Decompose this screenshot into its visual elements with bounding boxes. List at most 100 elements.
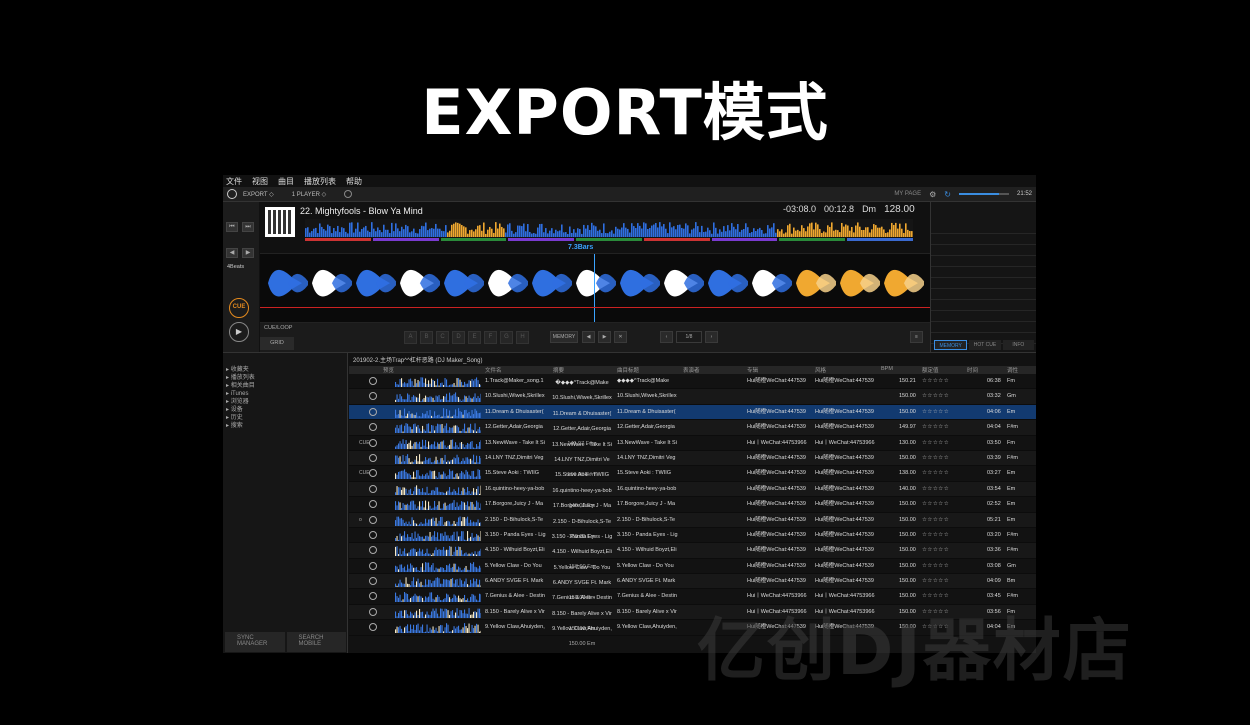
tab-info[interactable]: INFO [1002, 340, 1034, 350]
beat-forward-button[interactable]: ▶ [242, 248, 254, 258]
tree-item-search[interactable]: ▸ 搜索 [226, 422, 347, 430]
tree-item-collection[interactable]: ▸ 收藏夹 [226, 366, 347, 374]
play-button[interactable]: ▶ [229, 322, 249, 342]
preview-waveform[interactable] [395, 546, 481, 557]
table-row[interactable]: o 2.150 - D-Bihulock,S-Te 2.150 - D-Bihulo… [349, 512, 1036, 540]
tab-memory[interactable]: MEMORY [934, 340, 968, 350]
table-row[interactable]: CUE 15.Steve Aoki : TWIIG 15.Steve Aoki : … [349, 466, 1036, 493]
beat-jump-size[interactable]: 1/8 [676, 331, 702, 343]
col-time[interactable]: 时间 [967, 366, 978, 374]
tree-item-history[interactable]: ▸ 历史 [226, 414, 347, 422]
rating-stars[interactable]: ☆☆☆☆☆ [922, 497, 949, 512]
hot-cue-c[interactable]: C [436, 331, 449, 344]
hot-cue-h[interactable]: H [516, 331, 529, 344]
preview-waveform[interactable] [395, 407, 481, 418]
table-row[interactable]: 1.Track@Maker_song.1�◆◆◆^Track@Make150.2… [349, 374, 1036, 401]
table-row[interactable]: 10.Slushi,Wiwek,Skrillex 10.Slushi,Wiwek,… [349, 389, 1036, 416]
table-row[interactable]: 16.quintino-heey-ya-bob 16.quintino-heey-… [349, 481, 1036, 509]
preview-waveform[interactable] [395, 592, 481, 603]
rating-stars[interactable]: ☆☆☆☆☆ [922, 466, 949, 481]
rating-stars[interactable]: ☆☆☆☆☆ [922, 374, 949, 389]
hot-cue-d[interactable]: D [452, 331, 465, 344]
col-summary[interactable]: 摘要 [553, 366, 564, 374]
cue-button[interactable]: CUE [229, 298, 249, 318]
table-row[interactable]: 5.Yellow Claw - Do You 5.Yellow Claw - Do… [349, 559, 1036, 586]
table-row[interactable]: 14.LNY TNZ,Dimitri Veg 14.LNY TNZ,Dimitri… [349, 450, 1036, 478]
memory-next-button[interactable]: ▶ [598, 331, 611, 343]
preview-waveform[interactable] [395, 438, 481, 449]
rating-stars[interactable]: ☆☆☆☆☆ [922, 420, 949, 435]
rating-stars[interactable]: ☆☆☆☆☆ [922, 482, 949, 497]
search-mobile-button[interactable]: SEARCH MOBILE [286, 632, 346, 652]
memory-button[interactable]: MEMORY [550, 331, 578, 343]
memory-delete-button[interactable]: ✕ [614, 331, 627, 343]
col-key[interactable]: 调性 [1007, 366, 1018, 374]
col-bpm[interactable]: BPM [881, 366, 893, 372]
preview-waveform[interactable] [395, 423, 481, 434]
hot-cue-f[interactable]: F [484, 331, 497, 344]
table-row[interactable]: CUE 13.NewWave - Take It Si 13.NewWave - T… [349, 436, 1036, 463]
preview-waveform[interactable] [395, 530, 481, 541]
col-genre[interactable]: 风格 [815, 366, 826, 374]
master-volume-slider[interactable] [958, 193, 1009, 195]
beat-back-button[interactable]: ◀ [226, 248, 238, 258]
list-menu-icon[interactable]: ≡ [910, 331, 923, 343]
menu-view[interactable]: 视图 [252, 176, 268, 187]
col-artist[interactable]: 表演者 [683, 366, 700, 374]
tree-item-playlists[interactable]: ▸ 播放列表 [226, 374, 347, 382]
rating-stars[interactable]: ☆☆☆☆☆ [922, 436, 949, 451]
next-track-button[interactable]: ⏭ [242, 222, 254, 232]
col-rating[interactable]: 额定值 [922, 366, 939, 374]
menu-file[interactable]: 文件 [226, 176, 242, 187]
table-row[interactable]: 12.Getter,Adair,Georgia 12.Getter,Adair,G… [349, 420, 1036, 447]
hot-cue-a[interactable]: A [404, 331, 417, 344]
mode-select[interactable]: EXPORT ◇ [243, 191, 274, 198]
preview-waveform[interactable] [395, 500, 481, 511]
preview-waveform[interactable] [395, 607, 481, 618]
grid-tab[interactable]: GRID [260, 337, 294, 350]
memory-prev-button[interactable]: ◀ [582, 331, 595, 343]
preview-waveform[interactable] [395, 392, 481, 403]
beat-jump-forward-button[interactable]: › [705, 331, 718, 343]
hot-cue-e[interactable]: E [468, 331, 481, 344]
hot-cue-g[interactable]: G [500, 331, 513, 344]
table-row[interactable]: 6.ANDY SVGE Ft. Mark 6.ANDY SVGE Ft. Mark… [349, 574, 1036, 601]
preview-waveform[interactable] [395, 454, 481, 464]
record-icon[interactable] [344, 190, 353, 198]
tree-item-related[interactable]: ▸ 相关曲目 [226, 382, 347, 390]
menu-help[interactable]: 帮助 [346, 176, 362, 187]
tree-item-devices[interactable]: ▸ 设备 [226, 406, 347, 414]
beat-jump-back-button[interactable]: ‹ [660, 331, 673, 343]
zoom-waveform[interactable] [260, 253, 930, 323]
menu-track[interactable]: 曲目 [278, 176, 294, 187]
tab-hot-cue[interactable]: HOT CUE [969, 340, 1001, 350]
my-page-link[interactable]: MY PAGE [894, 191, 921, 197]
preview-waveform[interactable] [395, 577, 481, 588]
preview-waveform[interactable] [395, 377, 481, 387]
sync-manager-button[interactable]: SYNC MANAGER [225, 632, 285, 652]
col-preview[interactable]: 预览 [383, 366, 394, 374]
rating-stars[interactable]: ☆☆☆☆☆ [922, 405, 949, 420]
rating-stars[interactable]: ☆☆☆☆☆ [922, 574, 949, 589]
rating-stars[interactable]: ☆☆☆☆☆ [922, 543, 949, 558]
menu-playlist[interactable]: 播放列表 [304, 176, 336, 187]
table-row[interactable]: 4.150 - Wilhuid Boyzt,Eli 4.150 - Wilhuid… [349, 543, 1036, 570]
tree-item-itunes[interactable]: ▸ iTunes [226, 390, 347, 398]
rating-stars[interactable]: ☆☆☆☆☆ [922, 528, 949, 543]
gear-icon[interactable]: ⚙ [929, 190, 936, 199]
rating-stars[interactable]: ☆☆☆☆☆ [922, 559, 949, 574]
preview-waveform[interactable] [395, 515, 481, 526]
prev-track-button[interactable]: ⏮ [226, 222, 238, 232]
rating-stars[interactable]: ☆☆☆☆☆ [922, 389, 949, 404]
table-row[interactable]: 3.150 - Panda Eyes - Lig 3.150 - Panda Ey… [349, 528, 1036, 555]
col-filename[interactable]: 文件名 [485, 366, 502, 374]
col-title[interactable]: 曲目标题 [617, 366, 639, 374]
col-album[interactable]: 专辑 [747, 366, 758, 374]
table-row[interactable]: 17.Borgore,Juicy J - Ma 17.Borgore,Juicy … [349, 497, 1036, 524]
preview-waveform[interactable] [395, 623, 481, 634]
rating-stars[interactable]: ☆☆☆☆☆ [922, 513, 949, 528]
overview-waveform[interactable] [305, 219, 913, 237]
preview-waveform[interactable] [395, 469, 481, 480]
tree-item-explorer[interactable]: ▸ 浏览器 [226, 398, 347, 406]
preview-waveform[interactable] [395, 485, 481, 495]
